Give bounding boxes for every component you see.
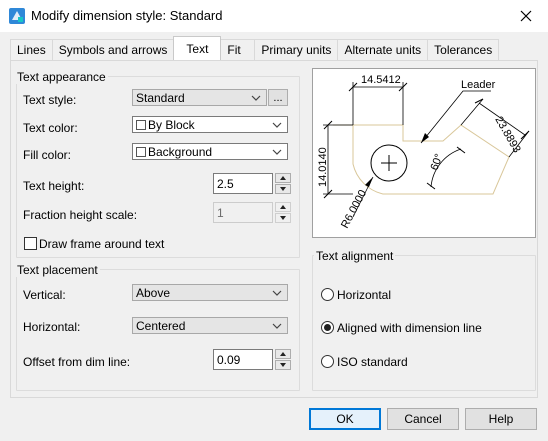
- chevron-down-icon: [272, 290, 282, 296]
- cancel-button[interactable]: Cancel: [387, 408, 459, 430]
- text-height-input[interactable]: 2.5: [213, 173, 273, 194]
- align-iso-standard-label[interactable]: ISO standard: [337, 355, 408, 369]
- close-button[interactable]: [512, 6, 540, 26]
- offset-input[interactable]: 0.09: [213, 349, 273, 370]
- text-style-browse-button[interactable]: ...: [268, 89, 288, 106]
- text-height-spinner[interactable]: [275, 173, 291, 194]
- align-horizontal-radio[interactable]: [321, 288, 334, 301]
- chevron-down-icon: [251, 95, 261, 101]
- spin-down-icon[interactable]: [275, 360, 291, 370]
- chevron-down-icon: [272, 122, 282, 128]
- tab-alternate-units[interactable]: Alternate units: [337, 39, 429, 60]
- chevron-down-icon: [272, 149, 282, 155]
- text-style-select[interactable]: Standard: [132, 89, 267, 106]
- text-color-value: By Block: [148, 117, 195, 132]
- dim-left-text: 14.0140: [317, 147, 329, 187]
- color-swatch-icon: [136, 119, 146, 130]
- ok-button[interactable]: OK: [309, 408, 381, 430]
- chevron-down-icon: [272, 323, 282, 329]
- tab-fit[interactable]: Fit: [220, 39, 256, 60]
- text-height-label: Text height:: [23, 179, 85, 193]
- dimension-preview: 14.5412 14.0140 23.8893 60° R6.0000 Lead…: [312, 68, 536, 238]
- window-title: Modify dimension style: Standard: [31, 8, 223, 23]
- vertical-select[interactable]: Above: [132, 284, 288, 301]
- fraction-height-scale-spinner: [275, 202, 291, 223]
- preview-drawing: 14.5412 14.0140 23.8893 60° R6.0000 Lead…: [317, 74, 530, 230]
- fill-color-select[interactable]: Background: [132, 143, 288, 160]
- text-style-label: Text style:: [23, 93, 77, 107]
- spin-down-icon[interactable]: [275, 184, 291, 194]
- spin-up-icon: [275, 202, 291, 212]
- offset-label: Offset from dim line:: [23, 355, 131, 369]
- horizontal-select[interactable]: Centered: [132, 317, 288, 334]
- text-placement-title: Text placement: [15, 263, 100, 277]
- dim-angle-text: 60°: [429, 152, 446, 172]
- tab-primary-units[interactable]: Primary units: [254, 39, 339, 60]
- text-alignment-title: Text alignment: [314, 249, 396, 263]
- align-iso-standard-radio[interactable]: [321, 355, 334, 368]
- align-horizontal-label[interactable]: Horizontal: [337, 288, 391, 302]
- horizontal-label: Horizontal:: [23, 320, 81, 334]
- spin-up-icon[interactable]: [275, 173, 291, 183]
- spin-down-icon: [275, 213, 291, 223]
- cad-app-icon: [9, 8, 25, 24]
- offset-spinner[interactable]: [275, 349, 291, 370]
- align-dimension-line-label[interactable]: Aligned with dimension line: [337, 321, 482, 335]
- leader-text: Leader: [461, 79, 496, 91]
- spin-up-icon[interactable]: [275, 349, 291, 359]
- draw-frame-label[interactable]: Draw frame around text: [39, 237, 164, 251]
- text-style-value: Standard: [136, 90, 185, 105]
- tab-lines[interactable]: Lines: [10, 39, 53, 60]
- fill-color-label: Fill color:: [23, 148, 72, 162]
- fraction-height-scale-label: Fraction height scale:: [23, 208, 138, 222]
- align-dimension-line-radio[interactable]: [321, 321, 334, 334]
- text-appearance-title: Text appearance: [15, 70, 108, 84]
- dim-top-text: 14.5412: [361, 74, 401, 86]
- tab-strip: Lines Symbols and arrows Text Fit Primar…: [10, 36, 500, 60]
- color-swatch-icon: [136, 146, 146, 157]
- tab-tolerances[interactable]: Tolerances: [427, 39, 500, 60]
- text-color-select[interactable]: By Block: [132, 116, 288, 133]
- tab-text[interactable]: Text: [173, 36, 222, 60]
- vertical-label: Vertical:: [23, 288, 66, 302]
- help-button[interactable]: Help: [465, 408, 537, 430]
- title-bar: Modify dimension style: Standard: [0, 0, 548, 32]
- horizontal-value: Centered: [136, 318, 186, 333]
- fraction-height-scale-input: 1: [213, 202, 273, 223]
- text-color-label: Text color:: [23, 121, 78, 135]
- tab-symbols-and-arrows[interactable]: Symbols and arrows: [51, 39, 175, 60]
- dim-radius-text: R6.0000: [339, 188, 369, 230]
- close-icon: [520, 10, 532, 22]
- fill-color-value: Background: [148, 144, 213, 159]
- vertical-value: Above: [136, 285, 171, 300]
- draw-frame-checkbox[interactable]: [24, 237, 37, 250]
